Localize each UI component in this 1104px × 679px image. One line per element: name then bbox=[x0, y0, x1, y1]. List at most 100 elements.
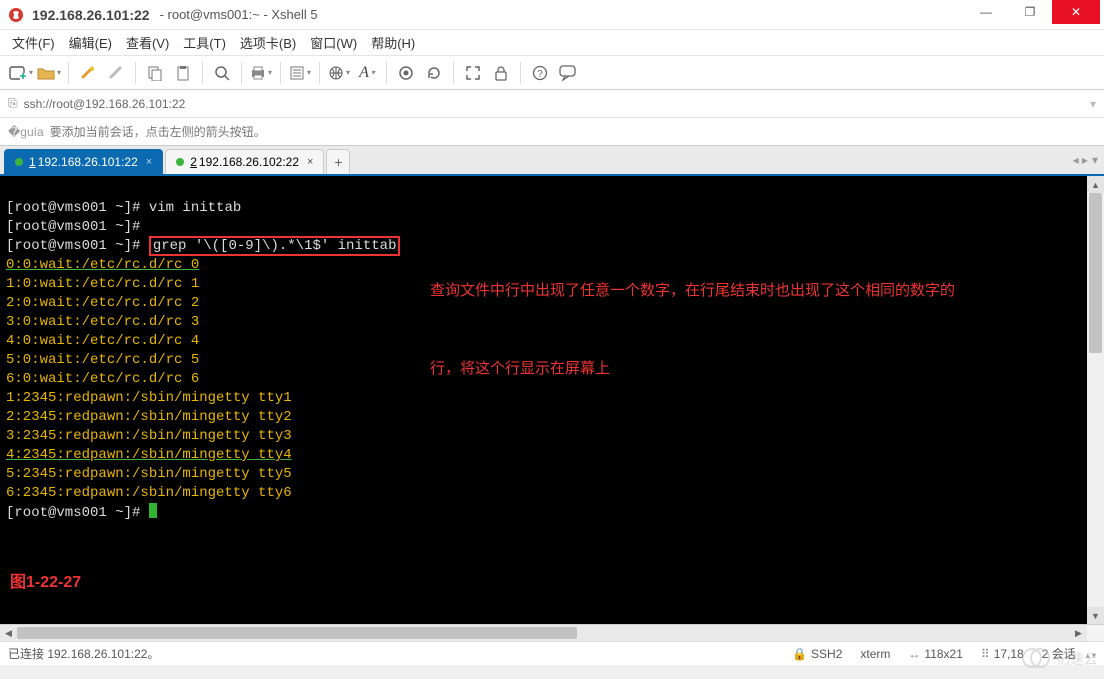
menu-bar: 文件(F) 编辑(E) 查看(V) 工具(T) 选项卡(B) 窗口(W) 帮助(… bbox=[0, 30, 1104, 56]
speech-icon[interactable] bbox=[555, 60, 581, 86]
pos-icon: ⠿ bbox=[981, 647, 990, 661]
output-line: 3:0:wait:/etc/rc.d/rc 3 bbox=[6, 314, 199, 330]
status-cursor-pos: ⠿17,18 bbox=[981, 647, 1024, 661]
tab-nav: ◂ ▸ ▾ bbox=[1073, 146, 1104, 174]
address-bar[interactable]: ⎘ ssh://root@192.168.26.101:22 ▾ bbox=[0, 90, 1104, 118]
scroll-down-icon[interactable]: ▼ bbox=[1087, 607, 1104, 624]
add-tab-button[interactable]: + bbox=[326, 149, 350, 174]
menu-view[interactable]: 查看(V) bbox=[126, 33, 169, 52]
title-ip: 192.168.26.101:22 bbox=[32, 7, 150, 23]
output-line: 2:2345:redpawn:/sbin/mingetty tty2 bbox=[6, 409, 292, 425]
title-bar: 192.168.26.101:22 - root@vms001:~ - Xshe… bbox=[0, 0, 1104, 30]
close-button[interactable]: ✕ bbox=[1052, 0, 1100, 24]
new-session-icon[interactable]: ▾ bbox=[8, 60, 34, 86]
status-bar: 已连接 192.168.26.101:22。 🔒SSH2 xterm ↔118x… bbox=[0, 641, 1104, 665]
session-icon[interactable] bbox=[393, 60, 419, 86]
tab-bar: 1192.168.26.101:22 × 2192.168.26.102:22 … bbox=[0, 146, 1104, 176]
separator bbox=[68, 62, 69, 84]
print-icon[interactable]: ▾ bbox=[248, 60, 274, 86]
grep-command-highlight: grep '\([0-9]\).*\1$' inittab bbox=[149, 236, 401, 256]
scroll-up-icon[interactable]: ▲ bbox=[1087, 176, 1104, 193]
chevron-down-icon[interactable]: ▾ bbox=[1090, 97, 1096, 111]
figure-label: 图1-22-27 bbox=[10, 570, 81, 596]
svg-text:?: ? bbox=[537, 69, 543, 80]
copy-icon[interactable] bbox=[142, 60, 168, 86]
terminal-area: [root@vms001 ~]# vim inittab [root@vms00… bbox=[0, 176, 1104, 624]
open-folder-icon[interactable]: ▾ bbox=[36, 60, 62, 86]
menu-file[interactable]: 文件(F) bbox=[12, 33, 55, 52]
output-line: 5:0:wait:/etc/rc.d/rc 5 bbox=[6, 352, 199, 368]
close-icon[interactable]: × bbox=[307, 156, 313, 168]
output-line: 4:2345:redpawn:/sbin/mingetty tty4 bbox=[6, 447, 292, 463]
output-line: 4:0:wait:/etc/rc.d/rc 4 bbox=[6, 333, 199, 349]
separator bbox=[241, 62, 242, 84]
title-rest: - root@vms001:~ - Xshell 5 bbox=[160, 7, 964, 22]
help-icon[interactable]: ? bbox=[527, 60, 553, 86]
maximize-button[interactable]: ❐ bbox=[1008, 0, 1052, 24]
tab-session-2[interactable]: 2192.168.26.102:22 × bbox=[165, 149, 324, 174]
hint-text: 要添加当前会话，点击左侧的箭头按钮。 bbox=[50, 123, 266, 140]
app-icon bbox=[8, 7, 24, 23]
scroll-left-icon[interactable]: ◀ bbox=[0, 625, 17, 641]
status-term: xterm bbox=[860, 647, 890, 661]
menu-edit[interactable]: 编辑(E) bbox=[69, 33, 112, 52]
prompt: [root@vms001 ~]# grep '\([0-9]\).*\1$' i… bbox=[6, 236, 400, 256]
font-icon[interactable]: A▾ bbox=[354, 60, 380, 86]
prompt: [root@vms001 ~]# bbox=[6, 505, 157, 521]
output-line: 6:0:wait:/etc/rc.d/rc 6 bbox=[6, 371, 199, 387]
close-icon[interactable]: × bbox=[146, 156, 152, 168]
scroll-thumb[interactable] bbox=[17, 627, 577, 639]
h-scrollbar[interactable]: ◀ ▶ bbox=[0, 624, 1104, 641]
link-icon: ⎘ bbox=[8, 96, 18, 111]
scroll-thumb[interactable] bbox=[1089, 193, 1102, 353]
status-dot-icon bbox=[15, 158, 23, 166]
output-line: 1:2345:redpawn:/sbin/mingetty tty1 bbox=[6, 390, 292, 406]
fullscreen-icon[interactable] bbox=[460, 60, 486, 86]
tab-session-1[interactable]: 1192.168.26.101:22 × bbox=[4, 149, 163, 174]
address-text: ssh://root@192.168.26.101:22 bbox=[24, 97, 186, 111]
status-connected: 已连接 192.168.26.101:22。 bbox=[8, 645, 159, 662]
status-size: ↔118x21 bbox=[908, 647, 962, 661]
prev-tab-icon[interactable]: ◂ ▸ bbox=[1073, 153, 1088, 167]
menu-tabs[interactable]: 选项卡(B) bbox=[240, 33, 296, 52]
menu-window[interactable]: 窗口(W) bbox=[310, 33, 357, 52]
disconnect-icon[interactable] bbox=[103, 60, 129, 86]
window-controls: — ❐ ✕ bbox=[964, 0, 1100, 29]
reconnect-icon[interactable] bbox=[75, 60, 101, 86]
output-line: 3:2345:redpawn:/sbin/mingetty tty3 bbox=[6, 428, 292, 444]
arrow-icon[interactable]: �guía bbox=[8, 125, 44, 139]
scrollbar[interactable]: ▲ ▼ bbox=[1087, 176, 1104, 624]
menu-tools[interactable]: 工具(T) bbox=[183, 33, 226, 52]
separator bbox=[386, 62, 387, 84]
lock-icon: 🔒 bbox=[792, 647, 807, 661]
separator bbox=[135, 62, 136, 84]
output-line: 0:0:wait:/etc/rc.d/rc 0 bbox=[6, 257, 199, 273]
status-protocol: 🔒SSH2 bbox=[792, 647, 842, 661]
watermark: 亿速云 bbox=[1020, 644, 1096, 675]
paste-icon[interactable] bbox=[170, 60, 196, 86]
lock-icon[interactable] bbox=[488, 60, 514, 86]
annotation: 查询文件中行中出现了任意一个数字，在行尾结束时也出现了这个相同的数字的 行，将这… bbox=[430, 226, 955, 434]
status-dot-icon bbox=[176, 158, 184, 166]
output-line: 2:0:wait:/etc/rc.d/rc 2 bbox=[6, 295, 199, 311]
output-line: 1:0:wait:/etc/rc.d/rc 1 bbox=[6, 276, 199, 292]
toolbar: ▾ ▾ ▾ ▾ ▾ A▾ ? bbox=[0, 56, 1104, 90]
minimize-button[interactable]: — bbox=[964, 0, 1008, 24]
globe-icon[interactable]: ▾ bbox=[326, 60, 352, 86]
refresh-icon[interactable] bbox=[421, 60, 447, 86]
svg-text:亿速云: 亿速云 bbox=[1056, 651, 1096, 667]
output-line: 6:2345:redpawn:/sbin/mingetty tty6 bbox=[6, 485, 292, 501]
grid-icon: ↔ bbox=[908, 647, 920, 661]
search-icon[interactable] bbox=[209, 60, 235, 86]
tab-menu-icon[interactable]: ▾ bbox=[1092, 153, 1098, 167]
cursor bbox=[149, 503, 157, 518]
output-line: 5:2345:redpawn:/sbin/mingetty tty5 bbox=[6, 466, 292, 482]
properties-icon[interactable]: ▾ bbox=[287, 60, 313, 86]
separator bbox=[202, 62, 203, 84]
menu-help[interactable]: 帮助(H) bbox=[371, 33, 415, 52]
separator bbox=[453, 62, 454, 84]
scroll-right-icon[interactable]: ▶ bbox=[1070, 625, 1087, 641]
scroll-corner bbox=[1087, 625, 1104, 641]
separator bbox=[319, 62, 320, 84]
terminal[interactable]: [root@vms001 ~]# vim inittab [root@vms00… bbox=[0, 176, 1087, 624]
